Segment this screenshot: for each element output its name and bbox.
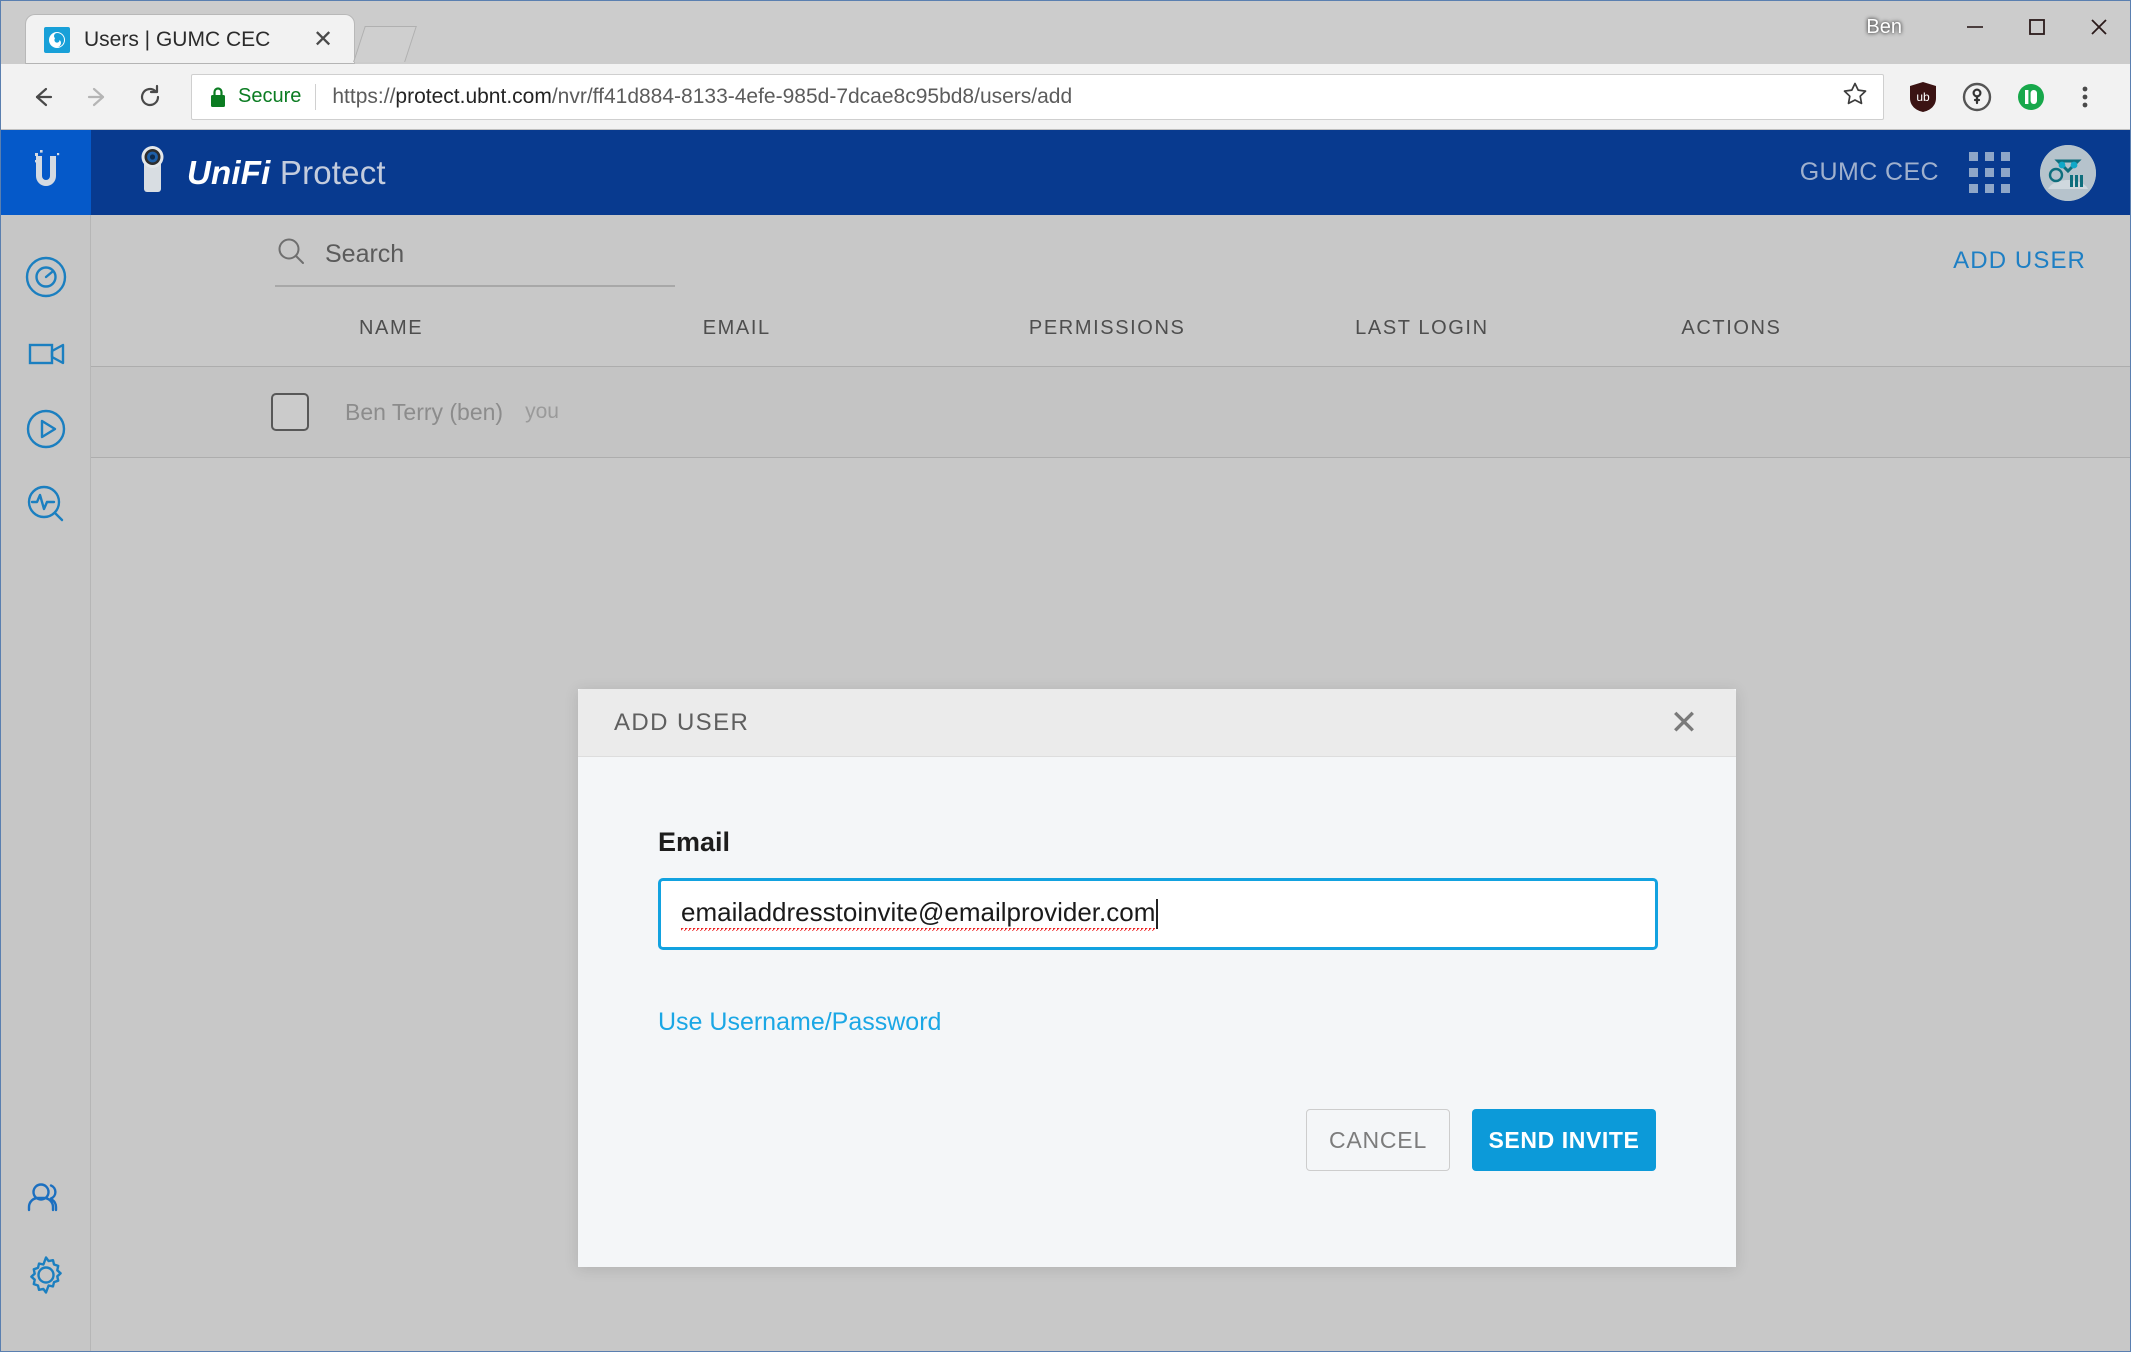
sidebar-primary-nav (1, 241, 91, 545)
brand[interactable]: UniFi Protect (135, 142, 386, 203)
url-path: /nvr/ff41d884-8133-4efe-985d-7dcae8c95bd… (551, 84, 1073, 108)
profile-name[interactable]: Ben (1866, 16, 1902, 39)
url-host: protect.ubnt.com (395, 84, 552, 108)
text-caret (1156, 899, 1159, 929)
email-field-value: emailaddresstoinvite@emailprovider.com (681, 897, 1156, 931)
unifi-camera-icon (135, 142, 169, 203)
site-favicon (44, 26, 70, 53)
cameras-icon (22, 329, 70, 382)
dialog-actions: CANCEL SEND INVITE (658, 1109, 1656, 1171)
brand-name-light: Protect (270, 153, 386, 191)
users-page: Search ADD USER NAME EMAIL PERMISSIONS L… (91, 215, 2130, 1351)
browser-window: Users | GUMC CEC ✕ Ben Secure https://pr… (0, 0, 2131, 1352)
maximize-icon[interactable] (2006, 1, 2068, 53)
email-field-label: Email (658, 827, 731, 857)
dialog-title: ADD USER (614, 708, 750, 736)
app-header-right: GUMC CEC (1800, 144, 2096, 201)
app-header: UniFi Protect GUMC CEC (91, 130, 2130, 215)
sidebar-item-cameras[interactable] (1, 317, 91, 393)
window-controls: Ben (1866, 1, 2130, 53)
url-text: https://protect.ubnt.com/nvr/ff41d884-81… (332, 85, 1831, 109)
minimize-icon[interactable] (1944, 1, 2006, 53)
email-field[interactable]: emailaddresstoinvite@emailprovider.com (658, 878, 1658, 950)
apps-grid-icon[interactable] (1969, 152, 2010, 193)
sidebar-secondary-nav (1, 1163, 91, 1351)
sidebar-item-recordings[interactable] (1, 393, 91, 469)
1password-icon[interactable] (1950, 70, 2004, 124)
svg-text:ub: ub (1916, 90, 1930, 104)
brand-text: UniFi Protect (187, 154, 386, 192)
title-bar: Users | GUMC CEC ✕ Ben (1, 1, 2130, 64)
site-name[interactable]: GUMC CEC (1800, 158, 1939, 187)
pushbullet-icon[interactable] (2004, 70, 2058, 124)
sidebar-item-users[interactable] (1, 1163, 91, 1239)
forward-arrow-icon (69, 70, 123, 124)
add-user-dialog: ADD USER ✕ Email emailaddresstoinvite@em… (578, 689, 1736, 1267)
unifi-protect-app: UniFi Protect GUMC CEC Search ADD USER N… (0, 130, 2130, 1351)
modal-overlay: ADD USER ✕ Email emailaddresstoinvite@em… (91, 215, 2130, 1351)
ublock-origin-icon[interactable]: ub (1896, 70, 1950, 124)
close-icon[interactable] (2068, 1, 2130, 53)
close-icon[interactable]: ✕ (306, 23, 340, 57)
dashboard-icon (22, 253, 70, 306)
cancel-button[interactable]: CANCEL (1306, 1109, 1450, 1171)
tab-strip: Users | GUMC CEC ✕ (1, 1, 417, 64)
send-invite-button[interactable]: SEND INVITE (1472, 1109, 1656, 1171)
user-avatar[interactable] (2040, 144, 2096, 201)
star-icon[interactable] (1841, 80, 1869, 113)
brand-name-strong: UniFi (187, 153, 271, 191)
sidebar-item-detections[interactable] (1, 469, 91, 545)
lock-icon (208, 85, 228, 109)
dialog-header: ADD USER ✕ (578, 689, 1736, 757)
tab-title: Users | GUMC CEC (84, 27, 271, 51)
secure-label: Secure (238, 85, 302, 107)
app-sidebar (0, 130, 91, 1351)
reload-icon[interactable] (123, 70, 177, 124)
sidebar-item-dashboard[interactable] (1, 241, 91, 317)
detections-search-icon (22, 481, 70, 534)
browser-toolbar: Secure https://protect.ubnt.com/nvr/ff41… (1, 64, 2130, 130)
app-main: UniFi Protect GUMC CEC Search ADD USER N… (91, 130, 2130, 1351)
users-icon (22, 1175, 70, 1228)
use-username-password-link[interactable]: Use Username/Password (658, 1008, 941, 1037)
url-scheme: https:// (332, 84, 396, 108)
close-icon[interactable]: ✕ (1662, 701, 1706, 745)
gear-icon (22, 1251, 70, 1304)
kebab-menu-icon[interactable] (2058, 70, 2112, 124)
dialog-body: Email emailaddresstoinvite@emailprovider… (578, 757, 1736, 1171)
back-arrow-icon[interactable] (15, 70, 69, 124)
omnibox-divider (315, 83, 317, 110)
ubiquiti-u-logo[interactable] (0, 130, 91, 215)
new-tab-button[interactable] (353, 26, 417, 62)
recordings-play-icon (22, 405, 70, 458)
browser-tab[interactable]: Users | GUMC CEC ✕ (25, 14, 355, 64)
sidebar-item-settings[interactable] (1, 1239, 91, 1315)
address-bar[interactable]: Secure https://protect.ubnt.com/nvr/ff41… (191, 73, 1884, 120)
